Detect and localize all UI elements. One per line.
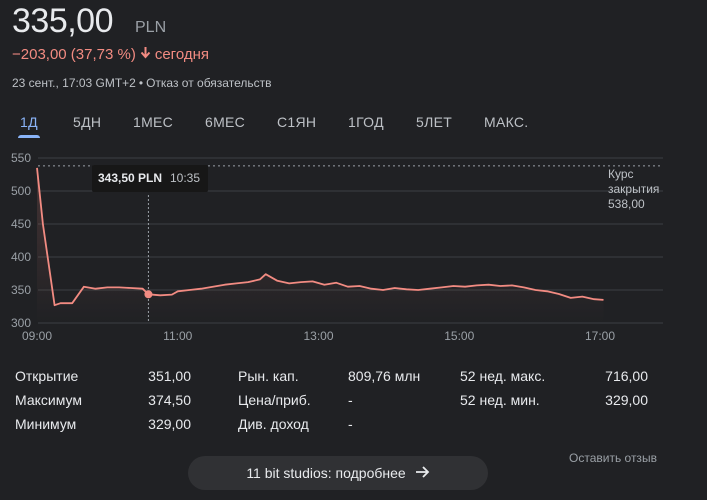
more-info-label: 11 bit studios: подробнее — [246, 465, 406, 481]
x-tick-label: 15:00 — [444, 329, 474, 343]
previous-close-label: 538,00 — [608, 197, 645, 211]
tab-1d[interactable]: 1Д — [18, 112, 40, 138]
stat-value-high: 374,50 — [148, 392, 191, 408]
y-tick-label: 450 — [11, 217, 31, 231]
stat-label-pe: Цена/приб. — [238, 392, 311, 408]
change-period: сегодня — [154, 46, 209, 63]
x-tick-label: 13:00 — [303, 329, 333, 343]
arrow-down-icon — [140, 46, 151, 63]
more-info-button[interactable]: 11 bit studios: подробнее — [188, 456, 488, 490]
stat-value-52w-high: 716,00 — [605, 368, 648, 384]
tab-6m[interactable]: 6МЕС — [205, 112, 245, 132]
tooltip-time: 10:35 — [170, 171, 200, 185]
tab-ytd[interactable]: С1ЯН — [277, 112, 316, 132]
tooltip-price: 343,50 PLN — [98, 171, 162, 185]
price-chart-svg[interactable]: 550 500 450 400 350 30009:00 11:00 13:00 15:00 17… — [0, 145, 707, 350]
stat-label-low: Минимум — [15, 416, 77, 432]
stat-value-open: 351,00 — [148, 368, 191, 384]
tab-1y[interactable]: 1ГОД — [348, 112, 384, 132]
x-tick-label: 11:00 — [163, 329, 192, 343]
disclaimer-link[interactable]: Отказ от обязательств — [146, 76, 271, 90]
tab-5d[interactable]: 5ДН — [73, 112, 101, 132]
meta-line: 23 сент., 17:03 GMT+2 • Отказ от обязатель… — [12, 76, 271, 90]
currency-label: PLN — [135, 19, 167, 36]
meta-separator: • — [138, 76, 144, 90]
y-tick-label: 300 — [11, 316, 31, 330]
arrow-right-icon — [415, 465, 430, 481]
price-change: −203,00 (37,73 %) сегодня — [12, 46, 209, 63]
stat-label-open: Открытие — [15, 368, 79, 384]
range-tabs: 1Д 5ДН 1МЕС 6МЕС С1ЯН 1ГОД 5ЛЕТ МАКС. — [0, 112, 707, 138]
stat-label-market-cap: Рын. кап. — [238, 368, 299, 384]
timestamp: 23 сент., 17:03 GMT+2 — [12, 76, 136, 90]
stat-label-high: Максимум — [15, 392, 82, 408]
stat-value-pe: - — [348, 392, 353, 408]
tab-5y[interactable]: 5ЛЕТ — [416, 112, 452, 132]
price-chart[interactable]: 550 500 450 400 350 300 09:00 11:00 13:00 15:00 17… — [0, 145, 707, 350]
cursor-dot — [144, 290, 153, 299]
y-tick-label: 500 — [11, 184, 31, 198]
x-tick-label: 09:00 — [22, 329, 52, 343]
y-tick-label: 400 — [11, 250, 31, 264]
stat-value-dividend: - — [348, 416, 353, 432]
stat-value-market-cap: 809,76 млн — [348, 368, 421, 384]
y-tick-label: 550 — [11, 151, 31, 165]
stats-panel: Открытие 351,00 Максимум 374,50 Минимум … — [0, 364, 707, 444]
y-tick-label: 350 — [11, 283, 31, 297]
previous-close-label: Курс — [608, 167, 634, 181]
stat-value-52w-low: 329,00 — [605, 392, 648, 408]
stat-label-52w-high: 52 нед. макс. — [460, 368, 546, 384]
stat-label-52w-low: 52 нед. мин. — [460, 392, 540, 408]
stat-value-low: 329,00 — [148, 416, 191, 432]
feedback-link[interactable]: Оставить отзыв — [569, 451, 657, 465]
change-amount: −203,00 (37,73 %) — [12, 46, 136, 63]
stat-label-dividend: Див. доход — [238, 416, 309, 432]
previous-close-label: закрытия — [608, 182, 659, 196]
price-value: 335,00 — [12, 2, 114, 40]
tab-1m[interactable]: 1МЕС — [133, 112, 173, 132]
tab-max[interactable]: МАКС. — [484, 112, 529, 132]
x-tick-label: 17:00 — [585, 329, 615, 343]
